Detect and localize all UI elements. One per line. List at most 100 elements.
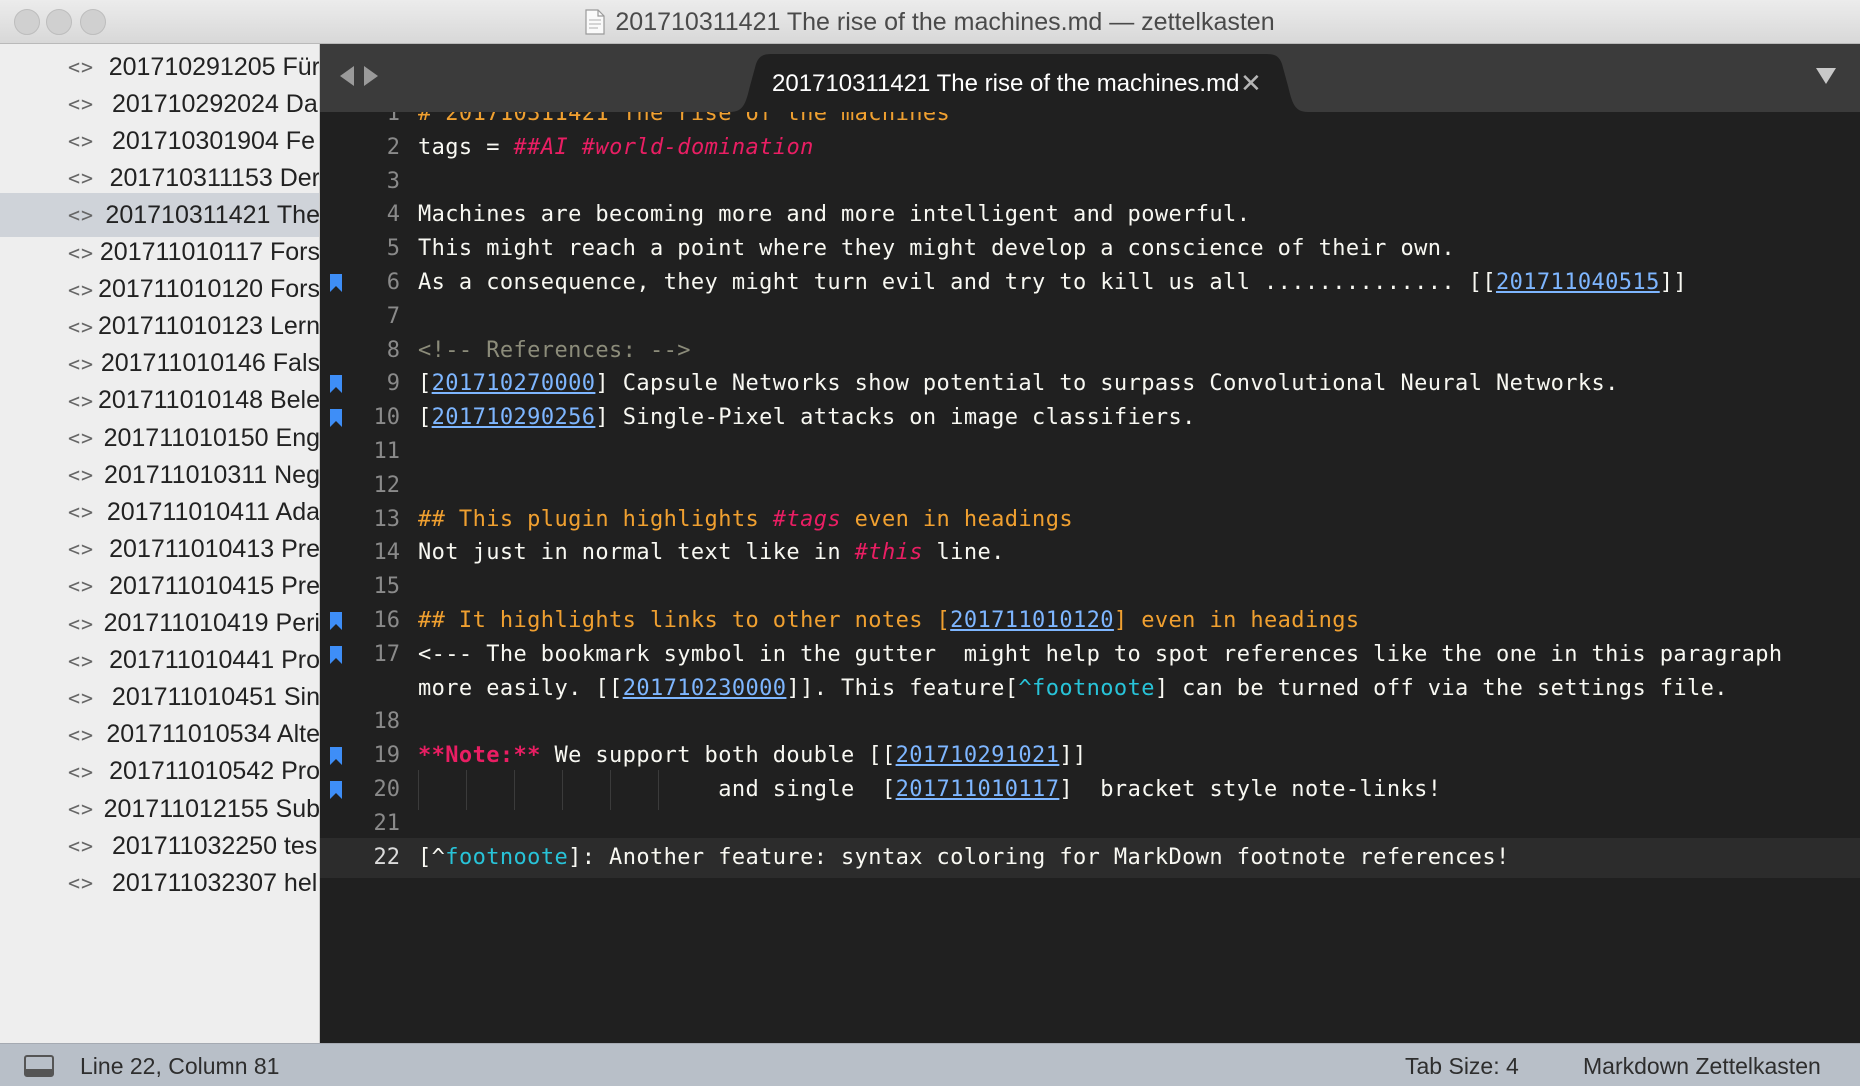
note-link[interactable]: 201710230000 [623,676,787,701]
status-bar: Line 22, Column 81 Tab Size: 4 Markdown … [0,1043,1860,1086]
code-text: We support both double [[ [540,743,896,769]
note-link[interactable]: 201710291021 [896,743,1060,768]
line-number: 22 [373,844,401,870]
code-text: [^ [418,844,446,870]
heading-text: even in headings [841,506,1073,532]
heading-text: # 201710311421 The rise of the machines [418,112,951,126]
sidebar-item-label: 201710301904 Fe [112,126,315,155]
code-text: ] bracket style note-links! [1059,777,1442,802]
tab-size-selector[interactable]: Tab Size: 4 [1405,1053,1519,1080]
code-text: line. [922,540,1005,566]
code-file-icon: <> [68,203,95,228]
sidebar-item-label: 201711010415 Pre [109,571,320,600]
indent-guide [610,770,611,810]
code-file-icon: <> [68,611,95,636]
sidebar-item-label: 201711010117 Fors [99,238,320,266]
sidebar-item-label: 201711010411 Ada [106,497,320,526]
code-file-icon: <> [68,277,95,302]
code-file-icon: <> [68,166,95,191]
heading-text: ## This plugin highlights [418,506,773,532]
bookmark-icon [330,409,342,428]
bookmark-icon [330,747,342,766]
tag-token: #this [854,540,923,566]
sidebar-item-label: 201711010534 Alte [106,720,320,749]
indent-guide [418,770,419,810]
bookmark-icon [330,375,342,394]
code-file-icon: <> [68,797,95,821]
code-text: ] can be turned off via the settings fil… [1154,675,1728,701]
tab-active-file[interactable]: 201710311421 The rise of the machines.md… [730,54,1308,112]
code-line: [^footnoote]: Another feature: syntax co… [418,838,1510,878]
sidebar-item-label: 201711010451 Sin [111,683,320,712]
code-file-icon: <> [68,351,95,376]
code-text: ] Capsule Networks show potential to sur… [595,371,1619,397]
syntax-selector[interactable]: Markdown Zettelkasten [1583,1053,1821,1080]
code-line: Not just in normal text like in #this li… [418,533,1005,573]
title-bar: 201710311421 The rise of the machines.md… [0,0,1860,44]
code-line: tags = ##AI #world-domination [418,128,814,168]
code-file-icon: <> [68,500,95,525]
code-file-icon: <> [68,574,95,599]
code-text: <--- The bookmark symbol in the gutter m… [418,641,1783,667]
code-text: As a consequence, they might turn evil a… [418,270,1496,295]
code-file-icon: <> [68,129,95,154]
sidebar-item-file[interactable]: <> 201711032307 hel [0,861,319,905]
note-link[interactable]: 201711010120 [950,608,1114,633]
code-file-icon: <> [68,426,95,450]
code-text: tags = [418,134,514,160]
comment-text: <!-- References: --> [418,337,691,363]
tab-overflow-menu-icon[interactable] [1816,68,1836,84]
bookmark-icon [330,781,342,799]
note-link[interactable]: 201710270000 [432,371,596,396]
note-link[interactable]: 201710290256 [432,405,596,430]
sidebar-item-label: 201711010311 Neg [104,460,320,489]
tab-close-icon[interactable]: ✕ [1240,68,1262,99]
code-text: more easily. [[ [418,675,623,701]
code-text: ]] [1059,743,1087,769]
sidebar-file-list[interactable]: <> 201710291205 Für <> 201710292024 Da <> 201… [0,44,320,1043]
note-link[interactable]: 201711040515 [1496,270,1660,295]
cursor-position: Line 22, Column 81 [80,1053,280,1079]
tab-nav-right-icon[interactable] [364,66,378,86]
code-text: ]] [1659,270,1688,295]
code-text: and single [ [418,777,896,802]
tab-bar: 201710311421 The rise of the machines.md… [320,44,1860,112]
sidebar-item-label: 201711010441 Pro [109,646,320,675]
tab-nav-left-icon[interactable] [340,66,354,86]
code-file-icon: <> [68,92,95,117]
sidebar-item-label: 201711010148 Bele [98,386,320,415]
tag-token: #tags [772,506,842,532]
code-text: [ [418,371,432,397]
code-file-icon: <> [68,685,95,710]
heading-text: ] even in headings [1113,608,1360,633]
code-file-icon: <> [68,240,95,265]
sidebar-item-label: 201710311153 Der [109,163,320,192]
window-title: 201710311421 The rise of the machines.md… [615,7,1275,36]
bold-note-text: **Note:** [418,743,541,769]
tag-token: #world-domination [581,134,814,160]
sidebar-item-label: 201710292024 Da [112,89,318,118]
code-text: Not just in normal text like in [418,540,855,566]
tab-label: 201710311421 The rise of the machines.md [772,70,1240,97]
code-text: [ [418,405,432,431]
indent-guide [562,770,563,810]
code-editor[interactable]: 1 # 201710311421 The rise of the machines… [320,112,1860,1043]
code-file-icon: <> [68,537,95,562]
code-text: ] Single-Pixel attacks on image classifi… [595,405,1196,431]
sidebar-item-label: 201711032250 tes [112,831,318,860]
code-file-icon: <> [68,834,95,859]
code-file-icon: <> [68,759,95,784]
sidebar-item-label: 201710311421 The [105,200,320,229]
sidebar-item-label: 201711010146 Fals [100,349,320,378]
heading-text: ## It highlights links to other notes [ [418,608,951,633]
note-link[interactable]: 201711010117 [896,777,1060,802]
code-line: and single [201711010117] bracket style … [418,770,1441,810]
footnote-ref: footnoote [445,844,569,870]
code-text: This might reach a point where they migh… [418,236,1456,262]
sidebar-item-label: 201711010120 Fors [98,275,320,304]
panel-toggle-icon[interactable] [24,1055,54,1077]
code-text: Machines are becoming more and more inte… [418,202,1251,228]
bookmark-icon [330,612,342,630]
bookmark-icon [330,645,342,664]
